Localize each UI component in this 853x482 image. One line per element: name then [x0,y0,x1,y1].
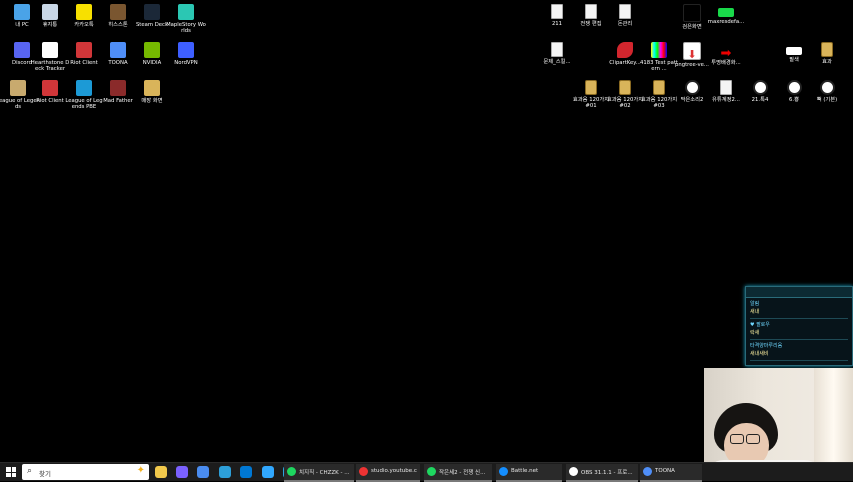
obs-icon [819,80,835,95]
desktop-icon[interactable]: 효과 [807,42,847,65]
archive-icon [821,42,833,57]
app-icon [110,80,126,96]
widget-row-title: ♥ 팔로우 [750,322,770,328]
app-icon [76,42,92,58]
taskbar-app-label: OBS 31.1.1 - 프로... [581,470,633,476]
app-icon [110,4,126,20]
app-icon [144,42,160,58]
desktop-icon[interactable]: 문제_스킬... [537,42,577,65]
desktop-icon-label: 투명배경화... [711,60,741,66]
app-icon [287,467,296,476]
desktop-icon-label: 뻑 (기본) [816,97,838,103]
document-icon [585,4,597,19]
desktop-icon-label: 효과 [822,59,832,65]
search-placeholder: 찾기 [39,470,51,478]
app-icon [76,80,92,96]
desktop-icon[interactable]: ➡ 투명배경화... [706,42,746,66]
app-icon [499,467,508,476]
document-icon [551,42,563,57]
chat-alert-widget: 알림새내 ♥ 팔로우락새타격양마루리움새내새비 [745,286,853,366]
image-icon [617,42,633,58]
taskbar-app-label: TOONA [655,468,675,474]
photoshop-icon[interactable] [262,466,274,478]
archive-icon [585,80,597,95]
download-icon: ⬇ [683,42,701,61]
app-icon [110,42,126,58]
desktop-icon-label: maxresdefa... [707,19,745,25]
desktop-icon-label: MapleStory Worlds [166,22,206,34]
desktop-icon-label: 매장 화면 [141,98,163,104]
obs-icon [752,80,768,95]
premiere-pro-icon[interactable] [240,466,252,478]
app-icon [14,4,30,20]
app-icon [427,467,436,476]
edge-beta-icon[interactable] [197,466,209,478]
taskbar-app-button[interactable]: studio.youtube.co... [356,464,420,482]
obs-icon [684,80,700,95]
taskbar-app-label: 치지직 - CHZZK - ... [299,470,350,476]
image-icon [786,47,802,55]
widget-row-value: 락새 [750,330,760,336]
taskbar-app-button[interactable]: 치지직 - CHZZK - ... [284,464,354,482]
windows-start-icon[interactable] [6,467,16,477]
desktop-icon[interactable]: 돈관리 [605,4,645,27]
archive-icon [619,80,631,95]
widget-row-value: 새내새비 [750,351,769,357]
desktop-icon[interactable]: maxresdefa... [706,4,746,25]
desktop-icon[interactable]: MapleStory Worlds [166,4,206,34]
archive-icon [653,80,665,95]
taskbar-search[interactable]: ⌕ 찾기 ✦ [22,464,149,480]
taskbar-app-button[interactable]: TOONA [640,464,702,482]
copilot-icon[interactable] [176,466,188,478]
search-icon: ⌕ [27,466,33,476]
copilot-sparkle-icon: ✦ [136,465,145,476]
document-icon [619,4,631,19]
desktop-icon[interactable]: 매장 화면 [132,80,172,104]
app-icon [42,4,58,20]
taskbar-app-button[interactable]: 작은세2 - 전쟁 신... [424,464,492,482]
desktop-icon[interactable]: NordVPN [166,42,206,66]
glasses-left [730,434,744,444]
app-icon [42,42,58,58]
app-icon [359,467,368,476]
app-icon [14,42,30,58]
test-pattern-icon [651,42,667,58]
document-icon [551,4,563,19]
app-icon [178,4,194,20]
edge-icon[interactable] [219,466,231,478]
widget-row: 알림새내 [750,300,848,319]
file-explorer-icon[interactable] [155,466,167,478]
desktop-icon[interactable]: 뻑 (기본) [807,80,847,103]
desktop-icon-label: 돈관리 [617,21,633,27]
widget-row: ♥ 팔로우락새 [750,321,848,340]
app-icon [42,80,58,96]
taskbar-app-label: 작은세2 - 전쟁 신... [439,470,486,476]
app-icon [10,80,26,96]
taskbar-app-label: Battle.net [511,468,539,474]
app-icon [144,4,160,20]
app-icon [643,467,652,476]
app-icon [76,4,92,20]
obs-icon [786,80,802,95]
app-icon [569,467,578,476]
document-icon [720,80,732,95]
widget-header [746,287,852,298]
desktop-icon-label: 문제_스킬... [543,59,571,65]
arrow-icon: ➡ [720,46,732,61]
taskbar: ⌕ 찾기 ✦ 치지직 - CHZZK - ... studio.youtube.c… [0,462,853,482]
app-icon [178,42,194,58]
app-icon [144,80,160,96]
taskbar-app-button[interactable]: Battle.net [496,464,562,482]
taskbar-app-label: studio.youtube.co... [371,468,417,474]
taskbar-app-button[interactable]: OBS 31.1.1 - 프로... [566,464,638,482]
image-icon [718,8,734,17]
image-icon [683,4,701,22]
widget-row-value: 새내 [750,309,760,315]
desktop-icon-label: NordVPN [174,60,198,66]
widget-row-title: 타격양마루리움 [750,343,783,349]
widget-row-title: 알림 [750,301,760,307]
widget-row: 타격양마루리움새내새비 [750,342,848,361]
glasses-right [746,434,760,444]
